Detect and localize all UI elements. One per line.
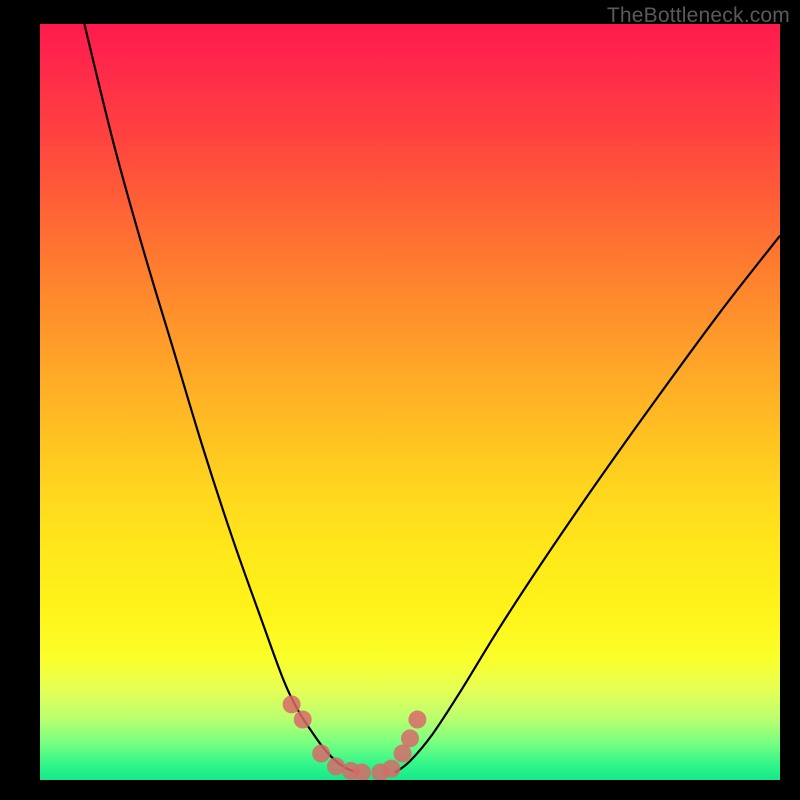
data-marker	[294, 711, 312, 729]
curves-svg	[40, 24, 780, 780]
watermark-text: TheBottleneck.com	[607, 4, 790, 28]
data-marker	[408, 711, 426, 729]
data-marker	[312, 745, 330, 763]
data-marker	[401, 729, 419, 747]
curve-group	[84, 24, 780, 772]
plot-area	[40, 24, 780, 780]
marker-group	[283, 695, 427, 780]
data-marker	[383, 760, 401, 778]
chart-frame: TheBottleneck.com	[0, 0, 800, 800]
left-curve	[84, 24, 358, 772]
data-marker	[283, 695, 301, 713]
right-curve	[395, 236, 780, 773]
